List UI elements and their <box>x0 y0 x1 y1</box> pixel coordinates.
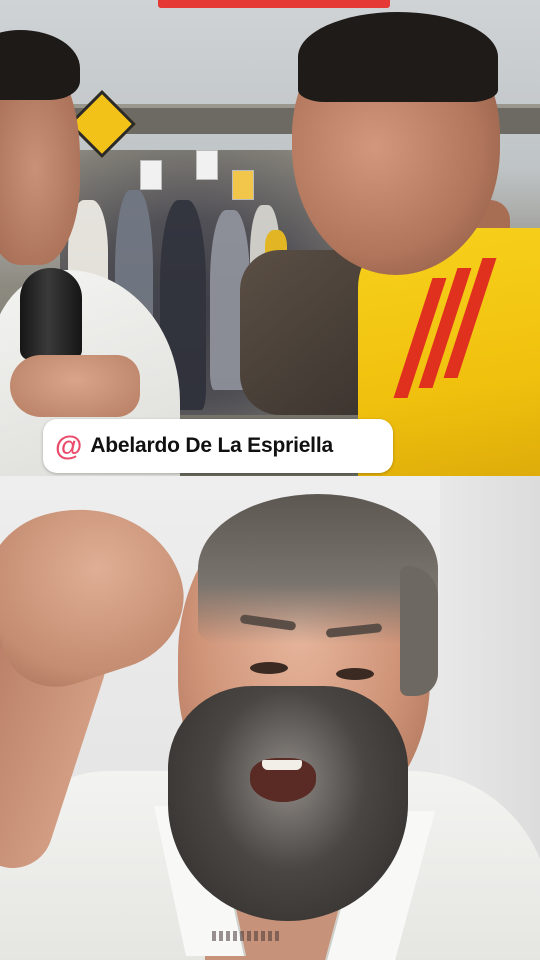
guest-hair <box>298 12 498 102</box>
top-accent-bar <box>158 0 390 8</box>
commentator-teeth <box>262 760 302 770</box>
commentator-right-eye <box>336 668 374 680</box>
protest-sign <box>140 160 162 190</box>
at-sign-icon: @ <box>55 430 83 461</box>
commentator-raised-hand <box>0 480 202 702</box>
top-video-panel: @ Abelardo De La Espriella <box>0 0 540 476</box>
commentator-beard <box>168 686 408 921</box>
protest-sign <box>232 170 254 200</box>
commentator-left-eye <box>250 662 288 674</box>
name-tag-label: Abelardo De La Espriella <box>90 434 333 457</box>
protest-sign <box>196 150 218 180</box>
interviewer-hair <box>0 30 80 100</box>
interviewer-hand <box>10 355 140 417</box>
name-tag[interactable]: @ Abelardo De La Espriella <box>43 419 393 473</box>
commentator-hair-side <box>400 566 438 696</box>
microphone-icon <box>20 268 82 360</box>
bottom-video-panel <box>0 476 540 960</box>
chest-tattoo <box>212 931 282 941</box>
